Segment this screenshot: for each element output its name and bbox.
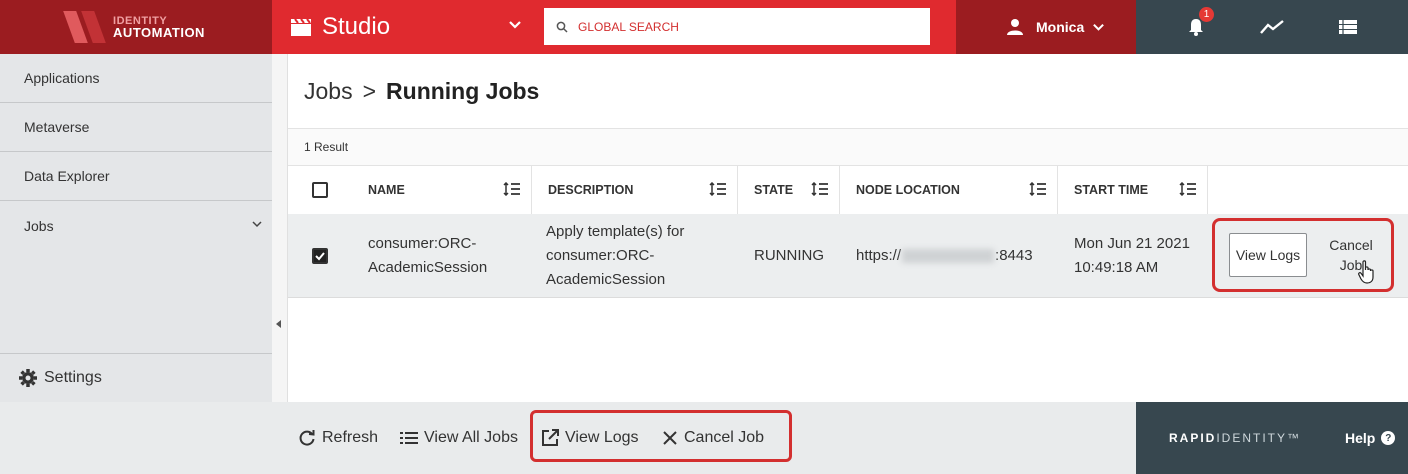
sidebar-item-jobs[interactable]: Jobs [0,201,272,250]
user-icon [1007,19,1023,35]
row-checkbox[interactable] [312,248,328,264]
notifications-button[interactable]: 1 [1184,7,1214,39]
column-header-node-location[interactable]: NODE LOCATION [840,166,1058,214]
close-icon [663,431,677,445]
brand-logo[interactable]: IDENTITY AUTOMATION [0,0,272,54]
sidebar-item-label: Jobs [24,217,54,234]
column-header-name[interactable]: NAME [352,166,532,214]
bottom-action-bar: Refresh View All Jobs View Logs Cancel J… [0,402,1136,474]
results-count: 1 Result [288,128,1408,166]
page-title: Running Jobs [386,78,540,104]
sidebar: Applications Metaverse Data Explorer Job… [0,54,272,402]
results-count-text: 1 Result [304,140,349,154]
sort-icon[interactable] [709,182,727,196]
node-location: https://:8443 [856,247,1033,264]
user-menu[interactable]: Monica [956,0,1136,54]
job-description: Apply template(s) for consumer:ORC-Acade… [546,223,685,288]
sidebar-item-label: Data Explorer [24,168,110,184]
list-view-button[interactable] [1336,15,1360,39]
settings-link[interactable]: Settings [0,353,272,402]
user-name: Monica [1036,19,1085,35]
sort-icon[interactable] [1179,182,1197,196]
help-icon: ? [1381,431,1396,445]
collapse-arrow-icon[interactable] [276,320,281,328]
sort-icon[interactable] [1029,182,1047,196]
job-state: RUNNING [754,247,824,264]
refresh-icon [299,430,315,446]
sort-icon[interactable] [503,182,521,196]
select-all-checkbox[interactable] [312,182,328,198]
clapperboard-icon [291,18,311,36]
list-icon [1339,20,1357,34]
help-button[interactable]: Help ? [1345,430,1396,446]
sidebar-item-applications[interactable]: Applications [0,54,272,103]
breadcrumb-parent[interactable]: Jobs [304,78,353,105]
table-header: NAME DESCRIPTION STATE NODE LOCATION STA… [288,166,1408,214]
refresh-button[interactable]: Refresh [298,426,378,450]
brand-line2: AUTOMATION [113,25,205,40]
list-icon [400,432,418,444]
breadcrumb-separator: > [362,78,377,104]
view-logs-button[interactable]: View Logs [541,426,639,450]
search-input[interactable] [578,19,898,34]
main-content: Jobs > Running Jobs 1 Result NAME DESCRI… [288,54,1408,402]
studio-title: Studio [322,13,391,40]
hand-cursor-icon [1358,260,1374,284]
settings-label: Settings [44,369,102,386]
sidebar-collapse-handle [272,54,288,402]
footer-brand-area: RAPIDIDENTITY™ Help ? [1136,402,1408,474]
job-start-time: Mon Jun 21 2021 10:49:18 AM [1074,235,1190,276]
view-all-jobs-button[interactable]: View All Jobs [400,426,518,450]
breadcrumb: Jobs > Running Jobs [304,78,539,105]
activity-button[interactable] [1260,15,1284,39]
open-in-new-icon [542,429,559,446]
gear-icon [19,369,37,387]
brand-mark-icon [63,11,107,43]
column-header-description[interactable]: DESCRIPTION [532,166,738,214]
row-view-logs-button[interactable]: View Logs [1229,233,1307,277]
chevron-down-icon [252,221,262,228]
sidebar-item-metaverse[interactable]: Metaverse [0,103,272,152]
top-bar: IDENTITY AUTOMATION Studio Monica 1 [0,0,1408,54]
job-name: consumer:ORC-AcademicSession [368,235,488,276]
sidebar-item-label: Applications [24,70,100,86]
notification-badge: 1 [1199,7,1214,22]
chevron-down-icon [509,21,521,29]
sidebar-item-label: Metaverse [24,119,90,135]
sidebar-item-data-explorer[interactable]: Data Explorer [0,152,272,201]
cancel-job-button[interactable]: Cancel Job [662,426,764,450]
rapididentity-logo: RAPIDIDENTITY™ [1169,431,1302,445]
column-header-state[interactable]: STATE [738,166,840,214]
redacted-host [902,249,995,264]
studio-menu[interactable]: Studio [272,0,536,54]
check-icon [315,252,325,261]
sort-icon[interactable] [811,182,829,196]
chevron-down-icon [1093,23,1105,31]
search-icon [556,21,568,33]
column-header-start-time[interactable]: START TIME [1058,166,1208,214]
trending-icon [1260,20,1284,34]
global-search[interactable] [544,8,930,45]
